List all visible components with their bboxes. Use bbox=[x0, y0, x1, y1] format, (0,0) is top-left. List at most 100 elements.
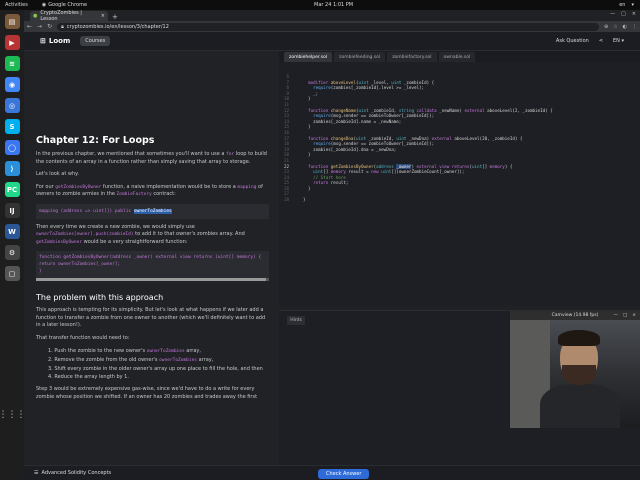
vscode-icon[interactable]: ⟩ bbox=[4, 161, 20, 176]
language-select[interactable]: EN ▾ bbox=[613, 38, 624, 44]
close-icon[interactable]: × bbox=[632, 313, 636, 318]
section-heading: The problem with this approach bbox=[36, 293, 164, 302]
site-logo[interactable]: ⊞ Loom bbox=[40, 37, 70, 45]
text: to add it to that owner's zombies array.… bbox=[133, 231, 245, 237]
list-item: 3. Shift every zombie in the older owner… bbox=[48, 366, 263, 372]
webcam-feed bbox=[510, 320, 640, 428]
inline-code: for bbox=[226, 152, 235, 157]
lesson-paragraph: For our getZombiesByOwner function, a na… bbox=[36, 184, 269, 199]
spotify-icon[interactable]: ≋ bbox=[4, 56, 20, 71]
steps-list: 1. Push the zombie to the new owner's ow… bbox=[36, 347, 269, 381]
file-tab[interactable]: ownable.sol bbox=[438, 52, 476, 62]
code-line[interactable]: 28} bbox=[279, 197, 640, 203]
close-window-icon[interactable]: × bbox=[632, 11, 636, 17]
inline-code: mapping bbox=[237, 184, 257, 190]
person-beard bbox=[562, 365, 596, 385]
tab-strip: ● CryptoZombies | Lesson × + bbox=[24, 10, 640, 22]
inline-code: ZombieFactory bbox=[116, 192, 152, 197]
text: contract: bbox=[151, 191, 176, 197]
check-answer-button[interactable]: Check Answer bbox=[318, 469, 370, 479]
code-example: function getZombiesByOwner(address _owne… bbox=[36, 251, 269, 281]
window-controls: — □ × bbox=[610, 11, 636, 17]
chromium-icon[interactable]: ◎ bbox=[4, 98, 20, 113]
code-text: mapping (address => uint[]) public bbox=[39, 208, 134, 214]
intellij-icon[interactable]: IJ bbox=[4, 203, 20, 218]
tab-title: CryptoZombies | Lesson bbox=[40, 10, 82, 22]
webcam-controls: — □ × bbox=[613, 313, 636, 318]
settings-icon[interactable]: ⚙ bbox=[4, 245, 20, 260]
ask-question-link[interactable]: Ask Question bbox=[556, 38, 589, 44]
webcam-titlebar[interactable]: Camview (14.98 fps) — □ × bbox=[510, 311, 640, 320]
site-header: ⊞ Loom Courses Ask Question ⋖ EN ▾ bbox=[24, 32, 640, 51]
file-tab[interactable]: zombiefactory.sol bbox=[387, 52, 437, 62]
show-apps-grid-icon[interactable]: ⋮⋮⋮ bbox=[0, 410, 26, 420]
text: Then every time we create a new zombie, … bbox=[36, 223, 195, 230]
menu-kebab-icon[interactable]: ⋮ bbox=[632, 24, 637, 30]
toolbar-icons: ⊕ ☆ ◐ ⋮ bbox=[604, 24, 637, 30]
share-icon[interactable]: ⋖ bbox=[599, 38, 603, 44]
browser-tab[interactable]: ● CryptoZombies | Lesson × bbox=[30, 10, 108, 22]
app-menu[interactable]: ◉ Google Chrome bbox=[42, 2, 87, 8]
skype-icon[interactable]: S bbox=[4, 119, 20, 134]
reload-icon[interactable]: ↻ bbox=[47, 23, 52, 30]
activities-button[interactable]: Activities bbox=[5, 2, 28, 8]
file-tab[interactable]: zombiefeeding.sol bbox=[334, 52, 386, 62]
code-text: zombies[_zombieId].name = _newName; bbox=[303, 118, 402, 124]
forward-icon[interactable]: → bbox=[37, 23, 42, 30]
minimize-icon[interactable]: — bbox=[613, 313, 618, 318]
inline-code: ownerToZombies[owner].push(zombieId) bbox=[36, 232, 134, 237]
list-icon: ☰ bbox=[34, 470, 39, 476]
input-language[interactable]: en bbox=[619, 2, 625, 8]
address-bar[interactable]: 🔒︎ cryptozombies.io/en/lesson/3/chapter/… bbox=[57, 22, 599, 31]
maximize-icon[interactable]: □ bbox=[623, 313, 627, 318]
code-text: zombies[_zombieId].dna = _newDna; bbox=[303, 146, 397, 152]
system-tray[interactable]: en ▾ bbox=[619, 2, 634, 8]
person-body bbox=[540, 384, 620, 428]
toolbar: ← → ↻ 🔒︎ cryptozombies.io/en/lesson/3/ch… bbox=[24, 21, 640, 32]
scrollbar-thumb[interactable] bbox=[36, 278, 266, 281]
person-hair bbox=[558, 330, 600, 346]
webcam-window[interactable]: Camview (14.98 fps) — □ × bbox=[510, 311, 640, 428]
pycharm-icon[interactable]: PC bbox=[4, 182, 20, 197]
profile-icon[interactable]: ◐ bbox=[623, 24, 627, 30]
logo-text: Loom bbox=[48, 37, 71, 45]
lesson-paragraph: Step 3 would be extremely expensive gas-… bbox=[36, 386, 258, 400]
code-text: require(zombies[_zombieId].level >= _lev… bbox=[313, 85, 425, 91]
file-tabs: zombiehelper.sol zombiefeeding.sol zombief… bbox=[279, 51, 640, 62]
lesson-paragraph: Then every time we create a new zombie, … bbox=[36, 224, 269, 247]
lock-icon: 🔒︎ bbox=[61, 23, 64, 30]
lesson-paragraph: Let's look at why. bbox=[36, 171, 80, 177]
code-area[interactable]: 67 modifier aboveLevel(uint _level, uint… bbox=[279, 74, 640, 203]
new-tab-button[interactable]: + bbox=[112, 13, 118, 21]
text: In the previous chapter, we mentioned th… bbox=[36, 151, 227, 157]
minimize-icon[interactable]: — bbox=[610, 11, 615, 17]
code-editor[interactable]: zombiehelper.sol zombiefeeding.sol zombief… bbox=[279, 51, 640, 306]
hints-tab[interactable]: Hints bbox=[287, 316, 305, 325]
zoom-icon[interactable]: ⊕ bbox=[604, 24, 608, 30]
header-actions: Ask Question ⋖ EN ▾ bbox=[556, 38, 624, 44]
signal-icon[interactable]: ◯ bbox=[4, 140, 20, 155]
clock[interactable]: Mar 24 1:01 PM bbox=[314, 2, 353, 8]
code-text: } bbox=[303, 185, 311, 191]
trash-icon[interactable]: ▢ bbox=[4, 266, 20, 281]
system-menu-chevron-icon[interactable]: ▾ bbox=[631, 2, 634, 8]
tab-close-icon[interactable]: × bbox=[101, 13, 105, 19]
lesson-pane: Chapter 12: For Loops In the previous ch… bbox=[24, 51, 279, 480]
loom-logo-icon: ⊞ bbox=[40, 37, 46, 45]
terminal-icon[interactable]: ▶ bbox=[4, 35, 20, 50]
chrome-icon[interactable]: ◉ bbox=[4, 77, 20, 92]
code-text: } bbox=[303, 96, 311, 102]
chapter-nav[interactable]: ☰ Advanced Solidity Concepts bbox=[34, 470, 111, 476]
word-icon[interactable]: W bbox=[4, 224, 20, 239]
selected-text: ownerToZombies bbox=[133, 208, 172, 214]
file-tab[interactable]: zombiehelper.sol bbox=[284, 52, 333, 62]
files-icon[interactable]: ▤ bbox=[4, 14, 20, 29]
courses-button[interactable]: Courses bbox=[80, 36, 111, 46]
webcam-title: Camview (14.98 fps) bbox=[551, 313, 599, 318]
code-line: } bbox=[39, 269, 42, 274]
bookmark-star-icon[interactable]: ☆ bbox=[613, 24, 617, 30]
lesson-paragraph: This approach is tempting for its simpli… bbox=[36, 307, 266, 328]
maximize-icon[interactable]: □ bbox=[621, 11, 626, 17]
back-icon[interactable]: ← bbox=[27, 23, 32, 30]
lesson-footer: ☰ Advanced Solidity Concepts Check Answe… bbox=[24, 465, 640, 480]
